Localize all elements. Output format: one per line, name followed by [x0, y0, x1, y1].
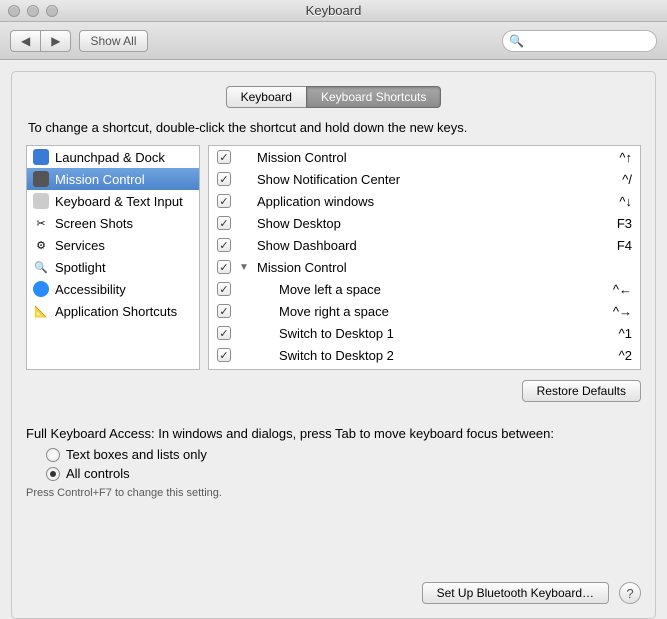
checkbox[interactable]: ✓	[217, 238, 231, 252]
shortcut-label[interactable]: Move right a space	[257, 304, 605, 319]
help-button[interactable]: ?	[619, 582, 641, 604]
category-accessibility[interactable]: Accessibility	[27, 278, 199, 300]
checkbox[interactable]: ✓	[217, 282, 231, 296]
checkbox[interactable]: ✓	[217, 326, 231, 340]
category-label: Application Shortcuts	[55, 304, 177, 319]
search-input[interactable]	[528, 34, 667, 48]
shortcut-label[interactable]: Mission Control	[257, 150, 611, 165]
shortcut-group-row[interactable]: ✓ ▼ Mission Control	[209, 256, 640, 278]
category-keyboard-text-input[interactable]: Keyboard & Text Input	[27, 190, 199, 212]
shortcut-label[interactable]: Application windows	[257, 194, 611, 209]
shortcut-row[interactable]: ✓ Application windows ^↓	[209, 190, 640, 212]
spotlight-icon: 🔍	[33, 259, 49, 275]
category-label: Services	[55, 238, 105, 253]
shortcut-label[interactable]: Mission Control	[257, 260, 624, 275]
window-controls	[8, 5, 58, 17]
category-mission-control[interactable]: Mission Control	[27, 168, 199, 190]
radio-text-boxes-only[interactable]: Text boxes and lists only	[46, 447, 641, 462]
shortcut-keys[interactable]: ^/	[622, 172, 632, 187]
zoom-icon[interactable]	[46, 5, 58, 17]
help-icon: ?	[626, 586, 633, 601]
checkbox[interactable]: ✓	[217, 150, 231, 164]
category-spotlight[interactable]: 🔍 Spotlight	[27, 256, 199, 278]
shortcut-label[interactable]: Switch to Desktop 2	[257, 348, 611, 363]
forward-button[interactable]: ▶	[40, 30, 71, 52]
category-label: Mission Control	[55, 172, 145, 187]
category-label: Accessibility	[55, 282, 126, 297]
shortcut-keys[interactable]: F3	[617, 216, 632, 231]
category-launchpad-dock[interactable]: Launchpad & Dock	[27, 146, 199, 168]
radio-label: All controls	[66, 466, 130, 481]
fka-hint: Press Control+F7 to change this setting.	[26, 487, 641, 499]
accessibility-icon	[33, 281, 49, 297]
shortcut-row[interactable]: ✓ Show Desktop F3	[209, 212, 640, 234]
shortcut-label[interactable]: Switch to Desktop 1	[257, 326, 611, 341]
tab-keyboard-shortcuts[interactable]: Keyboard Shortcuts	[306, 86, 441, 108]
minimize-icon[interactable]	[27, 5, 39, 17]
checkbox[interactable]: ✓	[217, 348, 231, 362]
category-label: Launchpad & Dock	[55, 150, 165, 165]
search-field[interactable]: 🔍	[502, 30, 657, 52]
search-icon: 🔍	[509, 34, 524, 48]
category-label: Spotlight	[55, 260, 106, 275]
radio-all-controls[interactable]: All controls	[46, 466, 641, 481]
shortcut-keys[interactable]: F4	[617, 238, 632, 253]
radio-icon	[46, 448, 60, 462]
gear-icon: ⚙	[33, 237, 49, 253]
window-title: Keyboard	[0, 3, 667, 18]
back-button[interactable]: ◀	[10, 30, 40, 52]
nav-buttons: ◀ ▶	[10, 30, 71, 52]
close-icon[interactable]	[8, 5, 20, 17]
checkbox[interactable]: ✓	[217, 194, 231, 208]
fka-heading: Full Keyboard Access: In windows and dia…	[26, 426, 641, 441]
keyboard-icon	[33, 193, 49, 209]
shortcut-keys[interactable]: ^←	[613, 282, 632, 297]
setup-bluetooth-keyboard-button[interactable]: Set Up Bluetooth Keyboard…	[422, 582, 609, 604]
shortcut-keys[interactable]: ^2	[619, 348, 632, 363]
category-services[interactable]: ⚙ Services	[27, 234, 199, 256]
disclosure-triangle-icon[interactable]: ▼	[239, 262, 249, 273]
checkbox[interactable]: ✓	[217, 304, 231, 318]
shortcut-label[interactable]: Show Dashboard	[257, 238, 609, 253]
checkbox[interactable]: ✓	[217, 172, 231, 186]
toolbar: ◀ ▶ Show All 🔍	[0, 22, 667, 60]
shortcut-list[interactable]: ✓ Mission Control ^↑ ✓ Show Notification…	[208, 145, 641, 370]
category-label: Keyboard & Text Input	[55, 194, 183, 209]
shortcut-label[interactable]: Show Notification Center	[257, 172, 614, 187]
category-screen-shots[interactable]: ✂ Screen Shots	[27, 212, 199, 234]
shortcut-row[interactable]: ✓ Move left a space ^←	[209, 278, 640, 300]
category-label: Screen Shots	[55, 216, 133, 231]
checkbox[interactable]: ✓	[217, 216, 231, 230]
category-application-shortcuts[interactable]: 📐 Application Shortcuts	[27, 300, 199, 322]
shortcut-keys[interactable]: ^↑	[619, 150, 632, 165]
shortcut-row[interactable]: ✓ Mission Control ^↑	[209, 146, 640, 168]
shortcut-row[interactable]: ✓ Show Notification Center ^/	[209, 168, 640, 190]
application-shortcuts-icon: 📐	[33, 303, 49, 319]
mission-control-icon	[33, 171, 49, 187]
shortcut-keys[interactable]: ^1	[619, 326, 632, 341]
shortcut-label[interactable]: Move left a space	[257, 282, 605, 297]
shortcut-keys[interactable]: ^↓	[619, 194, 632, 209]
preference-pane: Keyboard Keyboard Shortcuts To change a …	[11, 71, 656, 619]
launchpad-icon	[33, 149, 49, 165]
restore-defaults-button[interactable]: Restore Defaults	[522, 380, 641, 402]
shortcut-row[interactable]: ✓ Switch to Desktop 2 ^2	[209, 344, 640, 366]
shortcut-keys[interactable]: ^→	[613, 304, 632, 319]
checkbox[interactable]: ✓	[217, 260, 231, 274]
category-list[interactable]: Launchpad & Dock Mission Control Keyboar…	[26, 145, 200, 370]
shortcut-row[interactable]: ✓ Move right a space ^→	[209, 300, 640, 322]
radio-icon	[46, 467, 60, 481]
screenshot-icon: ✂	[33, 215, 49, 231]
tab-bar: Keyboard Keyboard Shortcuts	[26, 86, 641, 108]
shortcut-row[interactable]: ✓ Switch to Desktop 1 ^1	[209, 322, 640, 344]
show-all-button[interactable]: Show All	[79, 30, 147, 52]
instruction-text: To change a shortcut, double-click the s…	[28, 120, 639, 135]
shortcut-row[interactable]: ✓ Show Dashboard F4	[209, 234, 640, 256]
tab-keyboard[interactable]: Keyboard	[226, 86, 306, 108]
shortcut-label[interactable]: Show Desktop	[257, 216, 609, 231]
titlebar: Keyboard	[0, 0, 667, 22]
radio-label: Text boxes and lists only	[66, 447, 207, 462]
